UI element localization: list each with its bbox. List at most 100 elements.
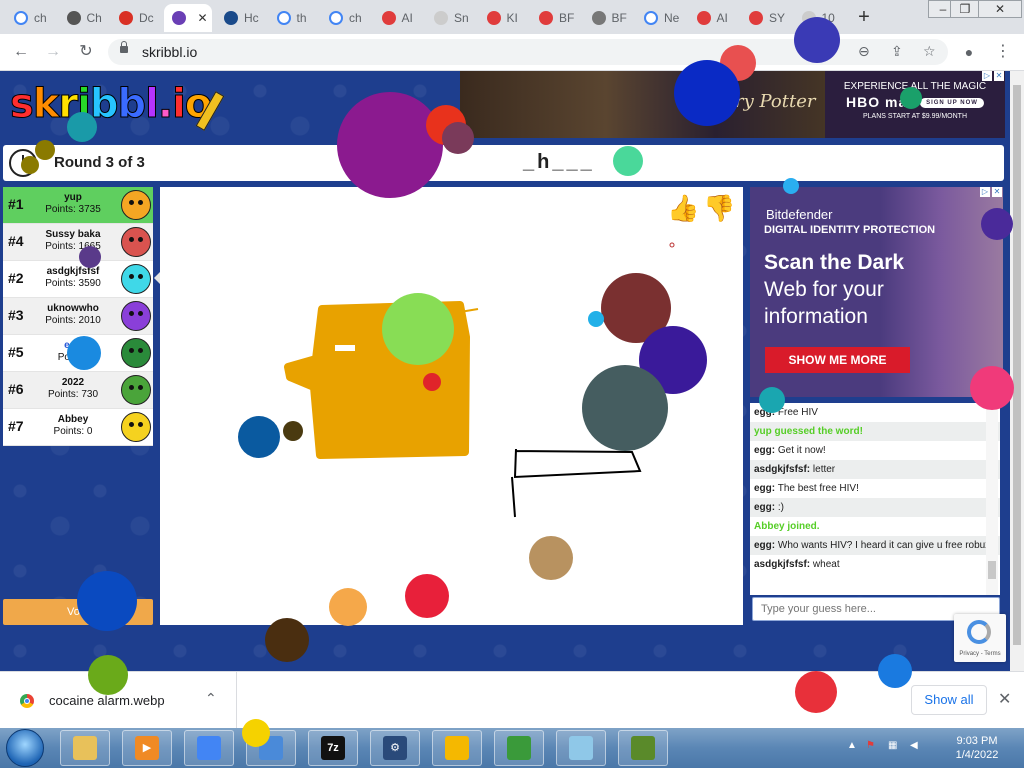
tab-15[interactable]: 10 [794, 4, 844, 32]
taskbar-media-player[interactable]: ▶ [122, 730, 172, 766]
tab-13[interactable]: AI [689, 4, 739, 32]
taskbar-notepad[interactable] [556, 730, 606, 766]
network-icon [507, 736, 531, 760]
player-row[interactable]: #4 Sussy baka Points: 1665 [3, 224, 153, 261]
ad-brand: Bitdefender [766, 207, 833, 222]
show-all-button[interactable]: Show all [911, 685, 987, 715]
taskbar-explorer[interactable] [60, 730, 110, 766]
tab-11[interactable]: BF [584, 4, 634, 32]
player-row[interactable]: #1 yup Points: 3735 [3, 187, 153, 224]
logo-letter: . [157, 81, 173, 128]
forward-button[interactable]: → [42, 41, 64, 63]
tab-label: Ch [86, 11, 102, 25]
google-icon [329, 11, 343, 25]
g-red-icon [696, 11, 711, 25]
player-row[interactable]: #6 2022 Points: 730 [3, 372, 153, 409]
player-row[interactable]: #7 Abbey Points: 0 [3, 409, 153, 446]
ad-close-icon[interactable]: ✕ [992, 187, 1002, 197]
player-points: Points: [57, 352, 89, 363]
start-button[interactable] [6, 729, 44, 767]
drawing-canvas[interactable]: 👍 👎 [160, 187, 743, 625]
taskbar-vpn-shield[interactable] [432, 730, 482, 766]
taskbar-network[interactable] [494, 730, 544, 766]
tab-label: AI [716, 11, 728, 25]
network-icon[interactable]: ▦ [888, 740, 900, 752]
tray-flag-icon[interactable]: ⚑ [866, 740, 878, 752]
chat-scroll-thumb[interactable] [988, 561, 996, 579]
url-text[interactable]: skribbl.io [142, 44, 197, 60]
lock-icon[interactable] [120, 41, 128, 53]
tab-8[interactable]: Sn [426, 4, 476, 32]
ad-headline-2: Web for your [764, 278, 884, 301]
address-bar[interactable]: skribbl.io ⊖ ⇪ ☆ [108, 39, 948, 65]
player-points: Points: 0 [53, 426, 93, 437]
volume-icon[interactable]: ◀ [910, 740, 922, 752]
tab-close-icon[interactable]: ✕ [198, 11, 208, 25]
taskbar-settings-gear[interactable]: ⚙ [370, 730, 420, 766]
back-button[interactable]: ← [10, 41, 32, 63]
ad-close-icon[interactable]: ✕ [994, 71, 1004, 81]
player-row[interactable]: #3 uknowwho Points: 2010 [3, 298, 153, 335]
profile-icon[interactable]: ● [958, 41, 980, 63]
tab-6[interactable]: ch [321, 4, 371, 32]
chat-text: Abbey joined. [754, 521, 820, 532]
tab-label: Ne [664, 11, 680, 25]
tab-10[interactable]: BF [531, 4, 581, 32]
tab-3[interactable]: ✕ [163, 4, 212, 32]
reload-button[interactable]: ↻ [75, 41, 97, 63]
chat-text: yup guessed the word! [754, 426, 863, 437]
minecraft-icon [631, 736, 655, 760]
player-list: #1 yup Points: 3735 #4 Sussy baka Points: 166… [3, 187, 153, 446]
vote-kick-button[interactable]: Vote [3, 599, 153, 625]
tab-2[interactable]: Dc [111, 4, 161, 32]
chat-scrollbar[interactable] [986, 403, 998, 595]
tab-label: SY [769, 11, 786, 25]
recaptcha-badge[interactable]: Privacy - Terms [954, 614, 1006, 662]
chat-log[interactable]: egg: Free HIV yup guessed the word! egg: G… [750, 403, 1000, 595]
hbo-max-banner-ad[interactable]: Harry Potter EXPERIENCE ALL THE MAGIC HB… [460, 71, 1005, 138]
taskbar-chrome[interactable] [184, 730, 234, 766]
settings-gear-icon: ⚙ [383, 736, 407, 760]
tab-5[interactable]: th [269, 4, 319, 32]
player-points: Points: 3590 [45, 278, 101, 289]
skribbl-logo[interactable]: skribbl.io [10, 81, 213, 128]
tab-9[interactable]: KI [479, 4, 529, 32]
ad-choices-icon[interactable]: ▷ [980, 187, 990, 197]
player-row[interactable]: #5 egg Points: [3, 335, 153, 372]
taskbar-7zip[interactable]: 7z [308, 730, 358, 766]
taskbar-minecraft[interactable] [618, 730, 668, 766]
tab-label: ch [34, 11, 47, 25]
thumbs-down-icon[interactable]: 👎 [703, 193, 735, 223]
tab-1[interactable]: Ch [59, 4, 109, 32]
share-icon[interactable]: ⇪ [891, 43, 903, 60]
chrome-menu-icon[interactable]: ⋮ [992, 41, 1014, 63]
bitdefender-ad[interactable]: Bitdefender DIGITAL IDENTITY PROTECTION … [750, 187, 1003, 397]
tab-14[interactable]: SY [741, 4, 791, 32]
download-item[interactable]: cocaine alarm.webp ⌃ [0, 672, 237, 729]
clock[interactable]: 9:03 PM 1/4/2022 [942, 734, 1012, 762]
ad-choices-icon[interactable]: ▷ [982, 71, 992, 81]
ad-show-more-button[interactable]: SHOW ME MORE [765, 347, 910, 373]
taskbar-control-panel[interactable] [246, 730, 296, 766]
player-name: Abbey [57, 414, 89, 425]
tab-7[interactable]: AI [374, 4, 424, 32]
restore-button[interactable]: ❐ [950, 0, 980, 18]
tab-12[interactable]: Ne [636, 4, 686, 32]
tab-4[interactable]: Hc [216, 4, 266, 32]
close-download-bar-icon[interactable]: ✕ [998, 689, 1011, 709]
tray-expand-icon[interactable]: ▲ [847, 740, 859, 752]
window-close-button[interactable]: ✕ [978, 0, 1022, 18]
zoom-icon[interactable]: ⊖ [858, 43, 870, 60]
ad-signup-button[interactable]: SIGN UP NOW [920, 98, 984, 109]
page-scrollbar[interactable] [1010, 71, 1024, 671]
player-avatar [121, 338, 151, 368]
thumbs-up-icon[interactable]: 👍 [667, 193, 699, 223]
bookmark-star-icon[interactable]: ☆ [923, 43, 936, 60]
player-row[interactable]: #2 asdgkjfsfsf Points: 3590 [3, 261, 153, 298]
download-file-name[interactable]: cocaine alarm.webp [49, 693, 165, 708]
chevron-up-icon[interactable]: ⌃ [205, 690, 217, 707]
new-tab-button[interactable]: + [853, 6, 875, 29]
recaptcha-links[interactable]: Privacy - Terms [954, 651, 1006, 657]
tab-0[interactable]: ch [6, 4, 56, 32]
page-scroll-thumb[interactable] [1013, 85, 1021, 645]
